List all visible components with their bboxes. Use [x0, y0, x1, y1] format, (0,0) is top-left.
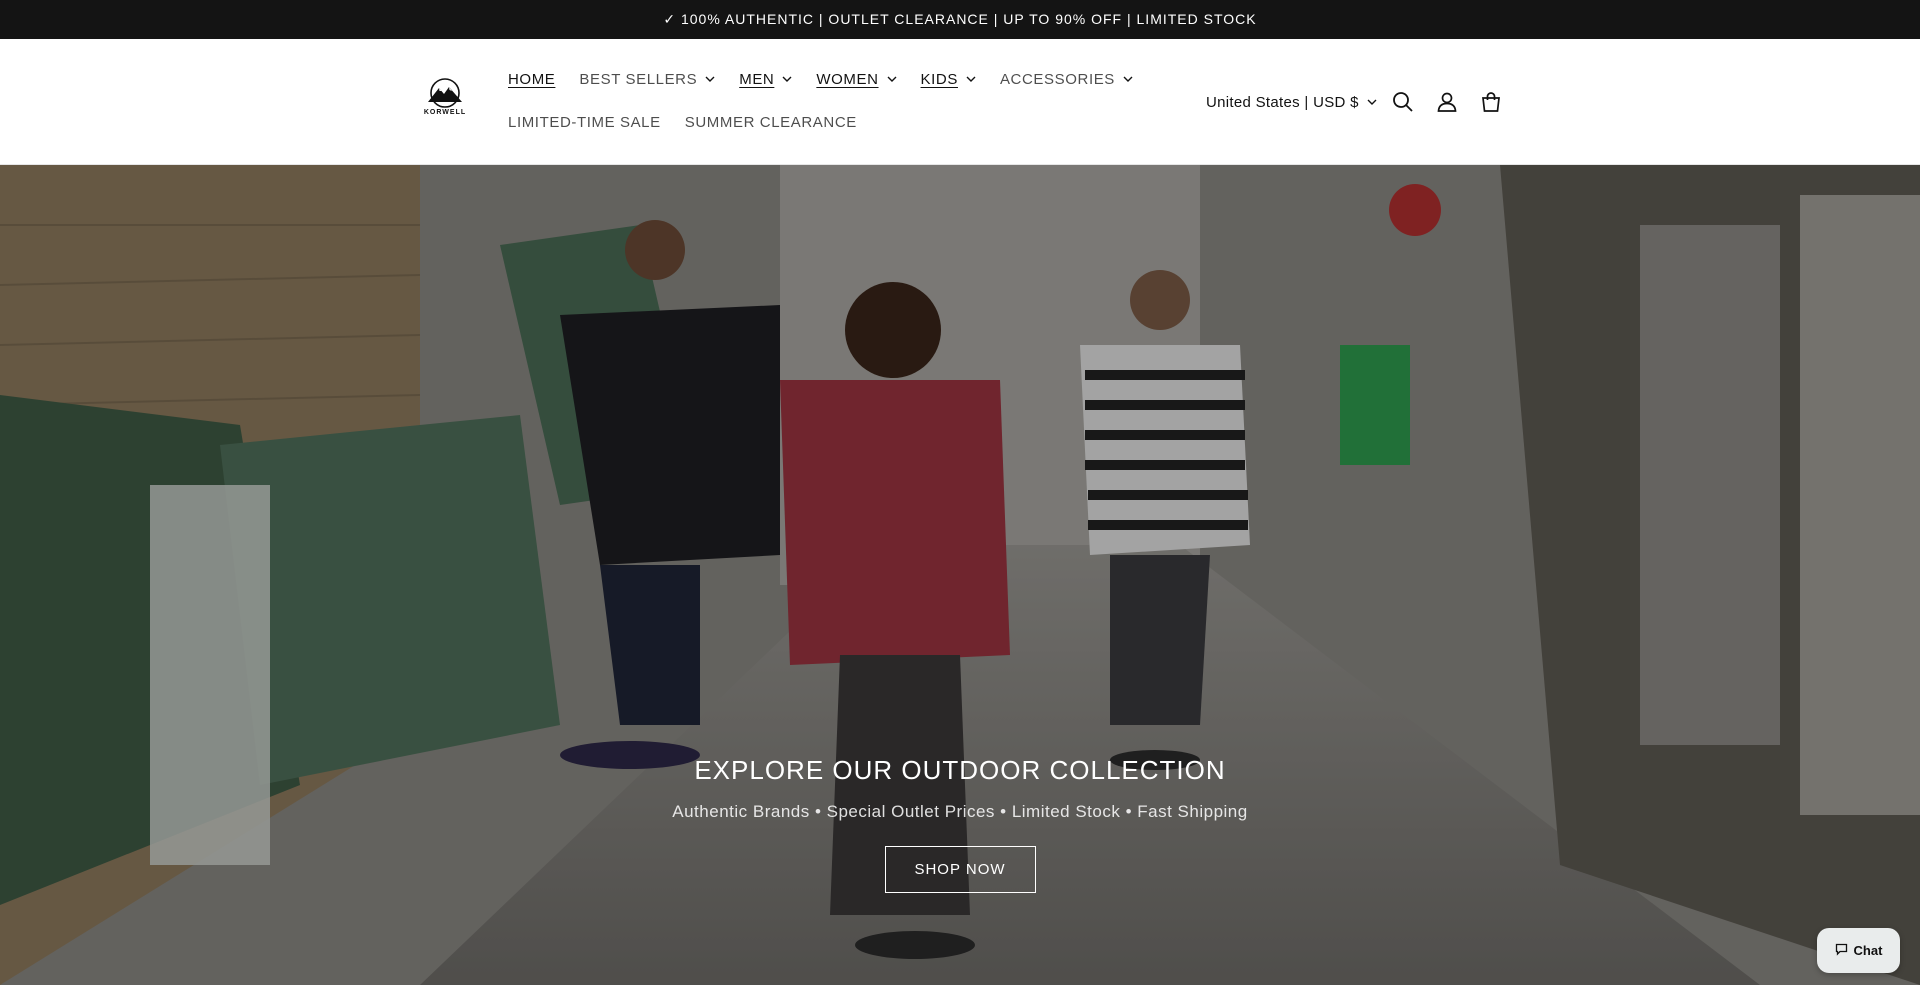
cart-icon[interactable] [1478, 89, 1504, 115]
announcement-bar: ✓ 100% AUTHENTIC | OUTLET CLEARANCE | UP… [0, 0, 1920, 39]
account-icon[interactable] [1434, 89, 1460, 115]
nav-item-label: BEST SELLERS [579, 70, 698, 88]
announcement-text: ✓ 100% AUTHENTIC | OUTLET CLEARANCE | UP… [663, 11, 1257, 27]
logo[interactable]: KORWELL [410, 72, 480, 122]
locale-label: United States | USD $ [1206, 93, 1359, 111]
nav-item-home[interactable]: HOME [508, 71, 555, 88]
chevron-down-icon [782, 74, 792, 84]
nav-item-summer-clearance[interactable]: SUMMER CLEARANCE [685, 114, 857, 131]
search-icon[interactable] [1390, 89, 1416, 115]
main-nav-row2: LIMITED-TIME SALE SUMMER CLEARANCE [508, 111, 881, 133]
chevron-down-icon [1367, 97, 1377, 107]
chat-button[interactable]: Chat [1817, 928, 1900, 973]
nav-item-label: SUMMER CLEARANCE [684, 113, 857, 131]
hero-content: EXPLORE OUR OUTDOOR COLLECTION Authentic… [0, 755, 1920, 893]
nav-item-accessories[interactable]: ACCESSORIES [1000, 71, 1133, 88]
nav-item-label: HOME [508, 70, 556, 88]
chevron-down-icon [1123, 74, 1133, 84]
chat-label: Chat [1853, 943, 1883, 958]
hero-banner: EXPLORE OUR OUTDOOR COLLECTION Authentic… [0, 165, 1920, 985]
nav-item-women[interactable]: WOMEN [816, 70, 897, 88]
nav-item-label: MEN [739, 70, 775, 88]
chevron-down-icon [705, 74, 715, 84]
hero-subtitle: Authentic Brands • Special Outlet Prices… [672, 802, 1248, 821]
page-bottom-strip [0, 985, 1920, 993]
nav-item-men[interactable]: MEN [739, 71, 792, 88]
nav-item-label: KIDS [920, 70, 958, 88]
nav-item-label: LIMITED-TIME SALE [508, 113, 661, 131]
shop-now-button[interactable]: SHOP NOW [884, 846, 1036, 893]
nav-item-label: ACCESSORIES [999, 70, 1115, 88]
nav-item-limited-time-sale[interactable]: LIMITED-TIME SALE [508, 114, 661, 131]
logo-text: KORWELL [423, 109, 467, 116]
nav-item-best-sellers[interactable]: BEST SELLERS [579, 71, 715, 88]
country-currency-selector[interactable]: United States | USD $ [1206, 91, 1377, 113]
chevron-down-icon [966, 74, 976, 84]
main-nav-row1: HOME BEST SELLERS MEN WOMEN KIDS ACCESSORIES [508, 68, 1157, 90]
hero-title: EXPLORE OUR OUTDOOR COLLECTION [694, 755, 1226, 785]
chat-bubble-icon [1835, 943, 1848, 959]
nav-item-kids[interactable]: KIDS [921, 71, 976, 88]
mountain-logo-icon [428, 78, 462, 108]
nav-item-label: WOMEN [816, 70, 879, 88]
site-header: KORWELL HOME BEST SELLERS MEN WOMEN KIDS ACCE… [0, 39, 1920, 165]
chevron-down-icon [887, 74, 897, 84]
